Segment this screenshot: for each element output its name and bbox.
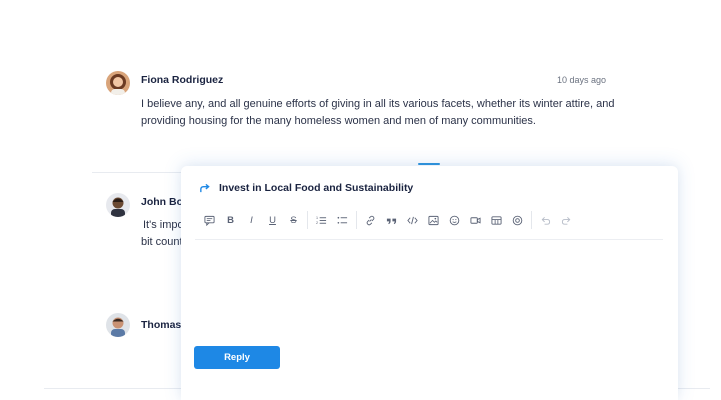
- italic-icon[interactable]: I: [246, 215, 257, 226]
- bullet-list-icon[interactable]: [337, 215, 348, 226]
- comment-author[interactable]: Fiona Rodriguez: [141, 74, 223, 86]
- strikethrough-icon[interactable]: S: [288, 215, 299, 226]
- redo-icon[interactable]: [561, 215, 572, 226]
- video-icon[interactable]: [470, 215, 481, 226]
- underline-icon[interactable]: U: [267, 215, 278, 226]
- avatar-fiona: [106, 71, 130, 95]
- comment-text-line: It's impo: [143, 219, 184, 231]
- bold-icon[interactable]: B: [225, 215, 236, 226]
- comment-text-line: bit count: [141, 236, 183, 248]
- settings-icon[interactable]: [512, 215, 523, 226]
- toolbar-separator: [531, 211, 532, 229]
- reply-panel-title: Invest in Local Food and Sustainability: [219, 182, 414, 194]
- comment-author[interactable]: Thomas: [141, 319, 181, 331]
- code-icon[interactable]: [407, 215, 418, 226]
- emoji-icon[interactable]: [449, 215, 460, 226]
- table-icon[interactable]: [491, 215, 502, 226]
- comment-time: 10 days ago: [557, 75, 607, 85]
- avatar-john: [106, 193, 130, 217]
- svg-text:1: 1: [316, 216, 318, 220]
- reply-panel-header: Invest in Local Food and Sustainability: [199, 181, 413, 195]
- ordered-list-icon[interactable]: 12: [316, 215, 327, 226]
- comment-icon[interactable]: [204, 215, 215, 226]
- reply-arrow-icon: [200, 183, 210, 192]
- comment-author[interactable]: John Bo: [141, 196, 183, 208]
- comment-divider: [92, 172, 184, 173]
- toolbar-separator: [307, 211, 308, 229]
- editor-toolbar: B I U S 12: [204, 211, 582, 229]
- reply-panel: Invest in Local Food and Sustainability …: [181, 163, 678, 400]
- reply-button[interactable]: Reply: [194, 346, 280, 369]
- link-icon[interactable]: [365, 215, 376, 226]
- panel-drag-handle[interactable]: [418, 163, 440, 165]
- avatar-thomas: [106, 313, 130, 337]
- toolbar-separator: [356, 211, 357, 229]
- quote-icon[interactable]: [386, 215, 397, 226]
- svg-text:2: 2: [316, 221, 318, 225]
- comment-text-line: providing housing for the many homeless …: [141, 115, 536, 127]
- toolbar-divider: [195, 239, 663, 240]
- image-icon[interactable]: [428, 215, 439, 226]
- comment-text-line: I believe any, and all genuine efforts o…: [141, 98, 615, 110]
- undo-icon[interactable]: [540, 215, 551, 226]
